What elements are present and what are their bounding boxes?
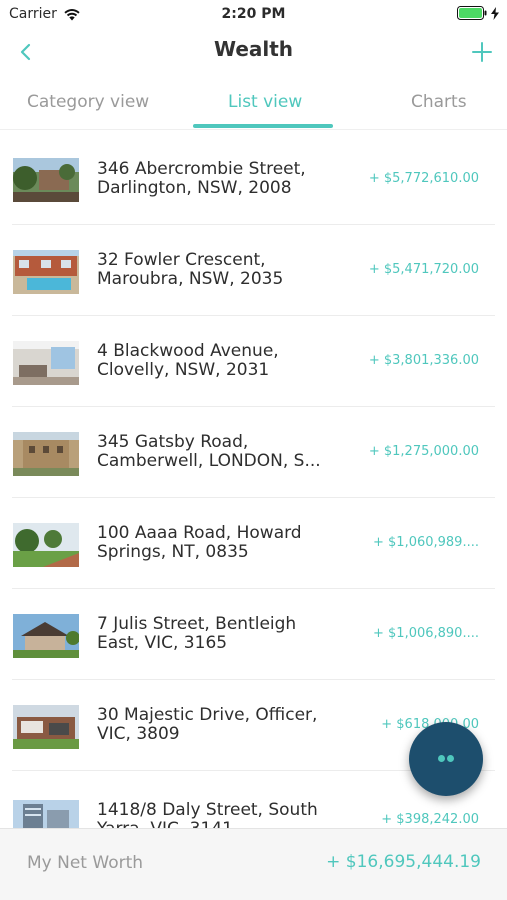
address-line-1: 30 Majestic Drive, Officer, <box>97 706 318 725</box>
tab-list-view[interactable]: List view <box>228 92 302 112</box>
address-line-2: East, VIC, 3165 <box>97 634 228 653</box>
property-address: 346 Abercrombie Street, Darlington, NSW,… <box>97 160 343 198</box>
property-thumbnail <box>13 800 79 828</box>
property-value: + $1,006,890.... <box>373 626 479 641</box>
property-value: + $3,801,336.00 <box>368 353 479 368</box>
property-thumbnail <box>13 432 79 476</box>
navigation-bar: Wealth <box>0 28 507 76</box>
address-line-2: Yarra, VIC, 3141 <box>97 820 343 828</box>
battery-icon <box>457 6 487 20</box>
property-address: 345 Gatsby Road, Camberwell, LONDON, S..… <box>97 433 343 471</box>
property-value: + $1,275,000.00 <box>368 444 479 459</box>
property-address: 32 Fowler Crescent, Maroubra, NSW, 2035 <box>97 251 343 289</box>
property-thumbnail <box>13 341 79 385</box>
fab-dot-icon <box>438 755 445 762</box>
net-worth-footer: My Net Worth + $16,695,444.19 <box>0 828 507 900</box>
address-line-1: 32 Fowler Crescent, <box>97 251 266 270</box>
address-line-2: Maroubra, NSW, 2035 <box>97 270 284 289</box>
plus-icon <box>472 42 492 62</box>
address-line-2: VIC, 3809 <box>97 725 180 744</box>
address-line-1: 346 Abercrombie Street, <box>97 160 306 179</box>
list-item[interactable]: 346 Abercrombie Street, Darlington, NSW,… <box>0 134 507 225</box>
property-thumbnail <box>13 523 79 567</box>
address-line-2: Clovelly, NSW, 2031 <box>97 361 270 380</box>
address-line-1: 345 Gatsby Road, <box>97 433 249 452</box>
property-value: + $5,471,720.00 <box>368 262 479 277</box>
status-time: 2:20 PM <box>221 6 286 22</box>
address-line-1: 1418/8 Daly Street, South <box>97 801 318 820</box>
list-item[interactable]: 32 Fowler Crescent, Maroubra, NSW, 2035 … <box>0 225 507 316</box>
property-value: + $5,772,610.00 <box>368 171 479 186</box>
address-line-2: Darlington, NSW, 2008 <box>97 179 292 198</box>
status-right <box>457 6 499 20</box>
property-thumbnail <box>13 250 79 294</box>
tab-charts[interactable]: Charts <box>411 92 467 112</box>
address-line-2: Camberwell, LONDON, S... <box>97 452 321 471</box>
property-thumbnail <box>13 158 79 202</box>
property-address: 4 Blackwood Avenue, Clovelly, NSW, 2031 <box>97 342 343 380</box>
property-address: 30 Majestic Drive, Officer, VIC, 3809 <box>97 706 343 744</box>
list-item[interactable]: 345 Gatsby Road, Camberwell, LONDON, S..… <box>0 407 507 498</box>
property-value: + $1,060,989.... <box>373 535 479 550</box>
floating-action-button[interactable] <box>409 722 483 796</box>
property-value: + $398,242.00 <box>381 812 479 827</box>
charging-bolt-icon <box>491 6 499 20</box>
active-tab-indicator <box>193 124 333 128</box>
tab-category-view[interactable]: Category view <box>27 92 149 112</box>
list-item[interactable]: 4 Blackwood Avenue, Clovelly, NSW, 2031 … <box>0 316 507 407</box>
property-address: 1418/8 Daly Street, South Yarra, VIC, 31… <box>97 801 343 828</box>
net-worth-label: My Net Worth <box>27 853 144 873</box>
net-worth-value: + $16,695,444.19 <box>326 852 481 872</box>
add-property-button[interactable] <box>469 38 495 66</box>
list-item[interactable]: 7 Julis Street, Bentleigh East, VIC, 316… <box>0 589 507 680</box>
property-address: 7 Julis Street, Bentleigh East, VIC, 316… <box>97 615 343 653</box>
address-line-1: 4 Blackwood Avenue, <box>97 342 279 361</box>
view-tabs: Category view List view Charts <box>0 76 507 130</box>
address-line-2: Springs, NT, 0835 <box>97 543 249 562</box>
page-title: Wealth <box>213 37 294 61</box>
property-address: 100 Aaaa Road, Howard Springs, NT, 0835 <box>97 524 343 562</box>
status-bar: Carrier 2:20 PM <box>0 0 507 28</box>
property-thumbnail <box>13 614 79 658</box>
address-line-1: 100 Aaaa Road, Howard <box>97 524 302 543</box>
fab-dot-icon <box>447 755 454 762</box>
address-line-1: 7 Julis Street, Bentleigh <box>97 615 297 634</box>
property-thumbnail <box>13 705 79 749</box>
list-item[interactable]: 100 Aaaa Road, Howard Springs, NT, 0835 … <box>0 498 507 589</box>
